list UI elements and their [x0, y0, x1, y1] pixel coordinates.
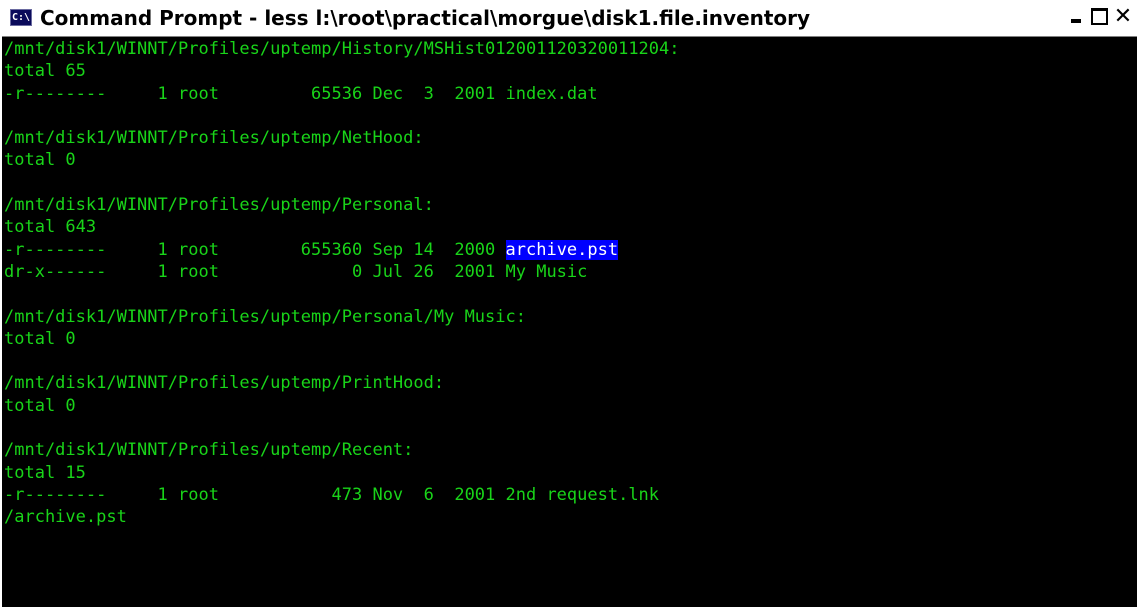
terminal-line-text: total 0 — [4, 150, 76, 171]
terminal-line-text: /mnt/disk1/WINNT/Profiles/uptemp/Persona… — [4, 306, 526, 327]
terminal-line-text: total 65 — [4, 61, 86, 82]
terminal-line: /mnt/disk1/WINNT/Profiles/uptemp/Persona… — [4, 306, 680, 328]
terminal-line: /mnt/disk1/WINNT/Profiles/uptemp/PrintHo… — [4, 372, 680, 394]
close-button[interactable]: ✕ — [1113, 6, 1133, 28]
terminal-line-text: -r-------- 1 root 473 Nov 6 2001 2nd req… — [4, 484, 660, 505]
terminal-line: dr-x------ 1 root 0 Jul 26 2001 My Music — [4, 261, 680, 283]
terminal-output[interactable]: /mnt/disk1/WINNT/Profiles/uptemp/History… — [2, 37, 1137, 607]
terminal-line: total 0 — [4, 149, 680, 171]
terminal-line: -r-------- 1 root 473 Nov 6 2001 2nd req… — [4, 484, 680, 506]
terminal-line: /mnt/disk1/WINNT/Profiles/uptemp/Recent: — [4, 439, 680, 461]
terminal-line-text: dr-x------ 1 root 0 Jul 26 2001 My Music — [4, 261, 588, 282]
terminal-line-text: -r-------- 1 root 655360 Sep 14 2000 — [4, 239, 506, 260]
close-icon: ✕ — [1113, 4, 1133, 29]
terminal-line: /mnt/disk1/WINNT/Profiles/uptemp/Persona… — [4, 194, 680, 216]
terminal-line: total 0 — [4, 328, 680, 350]
terminal-line: -r-------- 1 root 65536 Dec 3 2001 index… — [4, 83, 680, 105]
terminal-line: total 0 — [4, 395, 680, 417]
terminal-line: /mnt/disk1/WINNT/Profiles/uptemp/History… — [4, 38, 680, 60]
terminal-line: total 65 — [4, 60, 680, 82]
command-prompt-window: C:\ Command Prompt - less l:\root\practi… — [0, 0, 1137, 607]
maximize-button[interactable] — [1089, 6, 1109, 28]
title-bar[interactable]: C:\ Command Prompt - less l:\root\practi… — [2, 0, 1137, 37]
terminal-line-text: total 643 — [4, 217, 97, 238]
terminal-line-text: total 0 — [4, 395, 76, 416]
terminal-line: /mnt/disk1/WINNT/Profiles/uptemp/NetHood… — [4, 127, 680, 149]
selected-filename[interactable]: archive.pst — [505, 239, 619, 260]
terminal-line: /archive.pst — [4, 506, 680, 528]
terminal-line-text: total 15 — [4, 462, 86, 483]
terminal-line-text: /mnt/disk1/WINNT/Profiles/uptemp/PrintHo… — [4, 373, 445, 394]
terminal-line-text: /archive.pst — [4, 507, 127, 528]
minimize-button[interactable] — [1067, 6, 1087, 28]
maximize-icon — [1091, 8, 1108, 25]
terminal-line: total 15 — [4, 462, 680, 484]
terminal-line-text: -r-------- 1 root 65536 Dec 3 2001 index… — [4, 83, 598, 104]
terminal-line-text: /mnt/disk1/WINNT/Profiles/uptemp/History… — [4, 39, 680, 59]
terminal-line-text: /mnt/disk1/WINNT/Profiles/uptemp/Recent: — [4, 440, 414, 461]
minimize-icon — [1071, 19, 1081, 23]
window-title: Command Prompt - less l:\root\practical\… — [40, 6, 811, 30]
terminal-line: -r-------- 1 root 655360 Sep 14 2000 arc… — [4, 239, 680, 261]
terminal-line-text: /mnt/disk1/WINNT/Profiles/uptemp/NetHood… — [4, 128, 424, 149]
terminal-lines: /mnt/disk1/WINNT/Profiles/uptemp/History… — [4, 38, 680, 529]
terminal-line-text: total 0 — [4, 328, 76, 349]
terminal-line-text: /mnt/disk1/WINNT/Profiles/uptemp/Persona… — [4, 195, 434, 216]
command-prompt-icon[interactable]: C:\ — [10, 9, 32, 26]
terminal-line: total 643 — [4, 216, 680, 238]
